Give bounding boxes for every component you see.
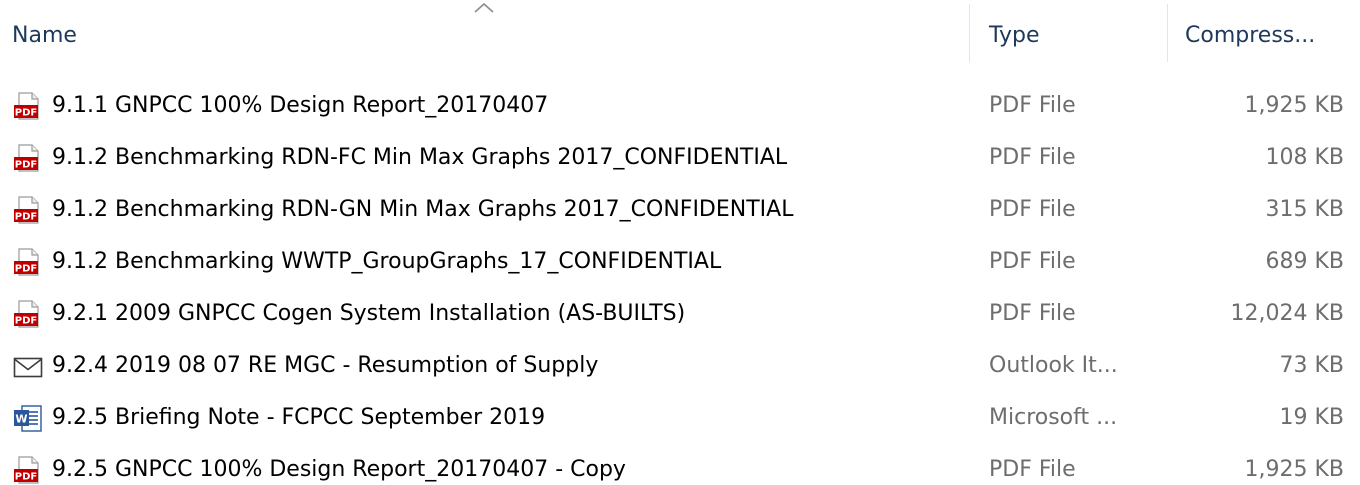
file-type: PDF File [989, 145, 1076, 170]
file-name: 9.1.2 Benchmarking RDN-FC Min Max Graphs… [52, 145, 788, 170]
pdf-icon: PDF [12, 91, 44, 123]
pdf-icon: PDF [12, 143, 44, 175]
word-document-icon: W [12, 403, 44, 435]
pdf-icon: PDF [12, 455, 44, 485]
file-row[interactable]: PDF 9.2.1 2009 GNPCC Cogen System Instal… [0, 288, 1360, 340]
file-name: 9.1.2 Benchmarking RDN-GN Min Max Graphs… [52, 197, 794, 222]
svg-text:PDF: PDF [15, 472, 37, 483]
file-row[interactable]: 9.2.4 2019 08 07 RE MGC - Resumption of … [0, 340, 1360, 392]
file-compressed-size: 689 KB [1265, 249, 1344, 274]
svg-text:PDF: PDF [15, 212, 37, 223]
file-name: 9.2.1 2009 GNPCC Cogen System Installati… [52, 301, 686, 326]
file-row[interactable]: PDF 9.1.2 Benchmarking WWTP_GroupGraphs_… [0, 236, 1360, 288]
column-header-type[interactable]: Type [989, 20, 1159, 52]
svg-text:W: W [15, 413, 27, 426]
sort-ascending-icon [474, 2, 494, 13]
column-header-name[interactable]: Name [12, 20, 962, 52]
file-compressed-size: 108 KB [1265, 145, 1344, 170]
column-header-compressed-size[interactable]: Compress... [1185, 20, 1357, 52]
column-header-bar: Name Type Compress... [0, 0, 1360, 66]
file-name: 9.2.4 2019 08 07 RE MGC - Resumption of … [52, 353, 599, 378]
pdf-icon: PDF [12, 195, 44, 227]
file-type: PDF File [989, 249, 1076, 274]
file-name: 9.2.5 Briefing Note - FCPCC September 20… [52, 405, 546, 430]
file-type: Outlook It... [989, 353, 1118, 378]
pdf-icon: PDF [12, 247, 44, 279]
file-compressed-size: 73 KB [1279, 353, 1344, 378]
file-name: 9.1.1 GNPCC 100% Design Report_20170407 [52, 93, 549, 118]
file-rows: PDF 9.1.1 GNPCC 100% Design Report_20170… [0, 80, 1360, 485]
file-compressed-size: 12,024 KB [1230, 301, 1345, 326]
file-list-view: Name Type Compress... PDF 9.1.1 GNPCC 10… [0, 0, 1360, 485]
file-row[interactable]: W 9.2.5 Briefing Note - FCPCC September … [0, 392, 1360, 444]
file-compressed-size: 315 KB [1265, 197, 1344, 222]
svg-text:PDF: PDF [15, 316, 37, 327]
column-divider[interactable] [1167, 4, 1168, 62]
file-row[interactable]: PDF 9.1.1 GNPCC 100% Design Report_20170… [0, 80, 1360, 132]
file-row[interactable]: PDF 9.1.2 Benchmarking RDN-FC Min Max Gr… [0, 132, 1360, 184]
svg-text:PDF: PDF [15, 264, 37, 275]
column-divider[interactable] [969, 4, 970, 62]
svg-text:PDF: PDF [15, 108, 37, 119]
file-type: Microsoft ... [989, 405, 1118, 430]
file-row[interactable]: PDF 9.1.2 Benchmarking RDN-GN Min Max Gr… [0, 184, 1360, 236]
file-compressed-size: 19 KB [1279, 405, 1344, 430]
envelope-icon [12, 351, 44, 383]
file-type: PDF File [989, 301, 1076, 326]
file-type: PDF File [989, 457, 1076, 482]
file-name: 9.1.2 Benchmarking WWTP_GroupGraphs_17_C… [52, 249, 722, 274]
svg-text:PDF: PDF [15, 160, 37, 171]
file-compressed-size: 1,925 KB [1244, 457, 1345, 482]
file-name: 9.2.5 GNPCC 100% Design Report_20170407 … [52, 457, 626, 482]
file-compressed-size: 1,925 KB [1244, 93, 1345, 118]
pdf-icon: PDF [12, 299, 44, 331]
file-type: PDF File [989, 93, 1076, 118]
file-row[interactable]: PDF 9.2.5 GNPCC 100% Design Report_20170… [0, 444, 1360, 485]
file-type: PDF File [989, 197, 1076, 222]
